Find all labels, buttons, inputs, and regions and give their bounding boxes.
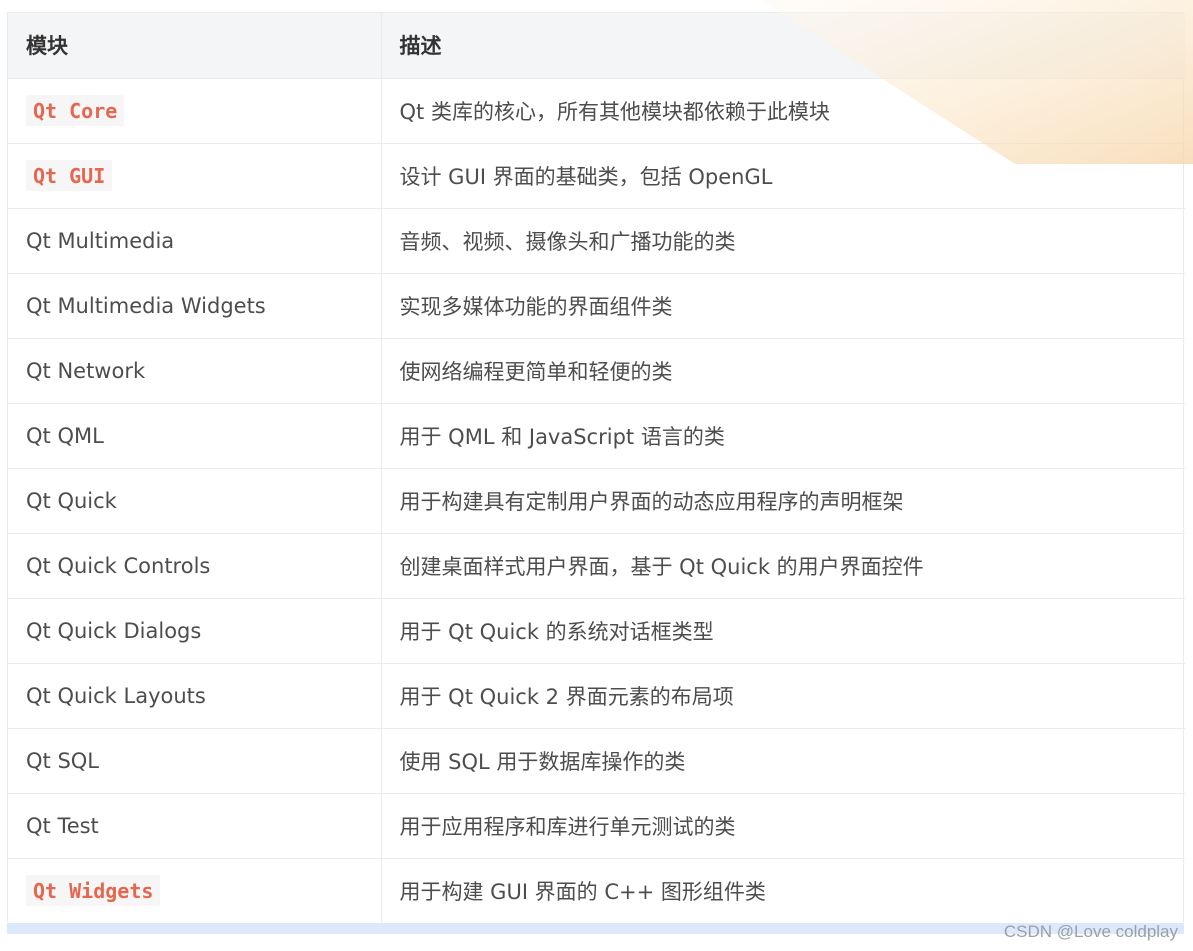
- description-cell: 创建桌面样式用户界面，基于 Qt Quick 的用户界面控件: [381, 533, 1185, 599]
- table-row: Qt Quick 用于构建具有定制用户界面的动态应用程序的声明框架: [8, 468, 1185, 534]
- module-cell: Qt Test: [8, 793, 382, 859]
- description-cell: 用于构建具有定制用户界面的动态应用程序的声明框架: [381, 468, 1185, 534]
- module-cell: Qt Network: [8, 338, 382, 404]
- module-cell: Qt QML: [8, 403, 382, 469]
- description-cell: 音频、视频、摄像头和广播功能的类: [381, 208, 1185, 274]
- module-code-label: Qt GUI: [26, 160, 113, 191]
- description-cell: 用于构建 GUI 界面的 C++ 图形组件类: [399, 879, 766, 904]
- module-cell: Qt Quick Controls: [8, 533, 382, 599]
- table-row: Qt Network 使网络编程更简单和轻便的类: [8, 338, 1185, 404]
- description-column-header: 描述: [381, 13, 1185, 79]
- table-row: Qt QML 用于 QML 和 JavaScript 语言的类: [8, 403, 1185, 469]
- module-cell: Qt Quick: [8, 468, 382, 534]
- description-cell: 用于 Qt Quick 2 界面元素的布局项: [381, 663, 1185, 729]
- table-row: Qt Multimedia 音频、视频、摄像头和广播功能的类: [8, 208, 1185, 274]
- module-cell: Qt Quick Dialogs: [8, 598, 382, 664]
- table-row: Qt GUI 设计 GUI 界面的基础类，包括 OpenGL: [8, 143, 1185, 209]
- module-cell: Qt GUI: [8, 143, 382, 209]
- description-cell: 使用 SQL 用于数据库操作的类: [381, 728, 1185, 794]
- description-cell: 用于 QML 和 JavaScript 语言的类: [381, 403, 1185, 469]
- description-cell: Qt 类库的核心，所有其他模块都依赖于此模块: [381, 78, 1185, 144]
- description-cell: 用于 Qt Quick 的系统对话框类型: [381, 598, 1185, 664]
- table-row: Qt Test 用于应用程序和库进行单元测试的类: [8, 793, 1185, 859]
- watermark-text: CSDN @Love coldplay: [1003, 922, 1178, 941]
- module-cell: Qt Multimedia: [8, 208, 382, 274]
- table-row: Qt Widgets 用于构建 GUI 界面的 C++ 图形组件类: [8, 858, 1185, 923]
- qt-modules-table: 模块 描述 Qt Core Qt 类库的核心，所有其他模块都依赖于此模块 Qt …: [7, 12, 1185, 923]
- module-code-label: Qt Widgets: [26, 875, 161, 907]
- module-code-label: Qt Core: [26, 95, 125, 126]
- table-row: Qt Core Qt 类库的核心，所有其他模块都依赖于此模块: [8, 78, 1185, 144]
- description-cell: 实现多媒体功能的界面组件类: [381, 273, 1185, 339]
- module-cell: Qt Widgets: [8, 858, 382, 923]
- description-cell: 设计 GUI 界面的基础类，包括 OpenGL: [381, 143, 1185, 209]
- table-row: Qt Multimedia Widgets 实现多媒体功能的界面组件类: [8, 273, 1185, 339]
- module-cell: Qt Quick Layouts: [8, 663, 382, 729]
- description-cell: 使网络编程更简单和轻便的类: [381, 338, 1185, 404]
- document-page: 模块 描述 Qt Core Qt 类库的核心，所有其他模块都依赖于此模块 Qt …: [0, 0, 1193, 951]
- table-row: Qt Quick Layouts 用于 Qt Quick 2 界面元素的布局项: [8, 663, 1185, 729]
- table-row: Qt Quick Controls 创建桌面样式用户界面，基于 Qt Quick…: [8, 533, 1185, 599]
- table-header-row: 模块 描述: [8, 13, 1185, 79]
- modules-table: 模块 描述 Qt Core Qt 类库的核心，所有其他模块都依赖于此模块 Qt …: [8, 13, 1185, 923]
- module-cell: Qt Multimedia Widgets: [8, 273, 382, 339]
- description-cell: 用于应用程序和库进行单元测试的类: [381, 793, 1185, 859]
- module-cell: Qt Core: [8, 78, 382, 144]
- table-row: Qt SQL 使用 SQL 用于数据库操作的类: [8, 728, 1185, 794]
- module-cell: Qt SQL: [8, 728, 382, 794]
- table-row: Qt Quick Dialogs 用于 Qt Quick 的系统对话框类型: [8, 598, 1185, 664]
- module-column-header: 模块: [8, 13, 382, 79]
